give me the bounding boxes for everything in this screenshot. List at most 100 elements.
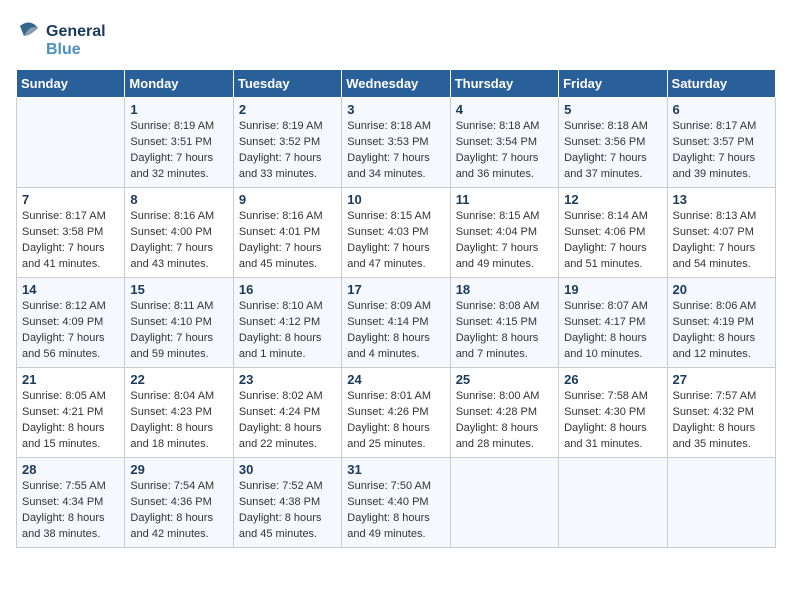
day-cell: 21 Sunrise: 8:05 AMSunset: 4:21 PMDayligh… <box>17 368 125 458</box>
week-row-4: 21 Sunrise: 8:05 AMSunset: 4:21 PMDayligh… <box>17 368 776 458</box>
day-cell: 27 Sunrise: 7:57 AMSunset: 4:32 PMDayligh… <box>667 368 775 458</box>
day-number: 9 <box>239 192 336 207</box>
day-info: Sunrise: 7:55 AMSunset: 4:34 PMDaylight:… <box>22 479 119 543</box>
day-cell: 14 Sunrise: 8:12 AMSunset: 4:09 PMDayligh… <box>17 278 125 368</box>
day-number: 15 <box>130 282 227 297</box>
day-number: 2 <box>239 102 336 117</box>
day-cell: 10 Sunrise: 8:15 AMSunset: 4:03 PMDayligh… <box>342 188 450 278</box>
day-cell: 25 Sunrise: 8:00 AMSunset: 4:28 PMDayligh… <box>450 368 558 458</box>
day-info: Sunrise: 8:11 AMSunset: 4:10 PMDaylight:… <box>130 299 227 363</box>
day-cell: 1 Sunrise: 8:19 AMSunset: 3:51 PMDaylight… <box>125 98 233 188</box>
day-cell: 4 Sunrise: 8:18 AMSunset: 3:54 PMDaylight… <box>450 98 558 188</box>
calendar-header-row: SundayMondayTuesdayWednesdayThursdayFrid… <box>17 70 776 98</box>
day-cell: 22 Sunrise: 8:04 AMSunset: 4:23 PMDayligh… <box>125 368 233 458</box>
day-info: Sunrise: 8:13 AMSunset: 4:07 PMDaylight:… <box>673 209 770 273</box>
logo: GeneralBlue <box>16 16 106 61</box>
day-cell: 5 Sunrise: 8:18 AMSunset: 3:56 PMDaylight… <box>559 98 667 188</box>
day-cell <box>667 458 775 548</box>
day-number: 28 <box>22 462 119 477</box>
day-cell: 23Sunrise: 8:02 AMSunset: 4:24 PMDayligh… <box>233 368 341 458</box>
day-cell: 2Sunrise: 8:19 AMSunset: 3:52 PMDaylight… <box>233 98 341 188</box>
day-number: 25 <box>456 372 553 387</box>
day-cell <box>559 458 667 548</box>
calendar-table: SundayMondayTuesdayWednesdayThursdayFrid… <box>16 69 776 548</box>
day-number: 24 <box>347 372 444 387</box>
day-number: 14 <box>22 282 119 297</box>
day-info: Sunrise: 7:57 AMSunset: 4:32 PMDaylight:… <box>673 389 770 453</box>
day-info: Sunrise: 8:07 AMSunset: 4:17 PMDaylight:… <box>564 299 661 363</box>
day-info: Sunrise: 8:19 AMSunset: 3:51 PMDaylight:… <box>130 119 227 183</box>
day-info: Sunrise: 8:12 AMSunset: 4:09 PMDaylight:… <box>22 299 119 363</box>
day-number: 20 <box>673 282 770 297</box>
week-row-1: 1 Sunrise: 8:19 AMSunset: 3:51 PMDaylight… <box>17 98 776 188</box>
day-number: 8 <box>130 192 227 207</box>
day-cell: 12Sunrise: 8:14 AMSunset: 4:06 PMDayligh… <box>559 188 667 278</box>
day-number: 5 <box>564 102 661 117</box>
day-number: 6 <box>673 102 770 117</box>
day-cell: 13 Sunrise: 8:13 AMSunset: 4:07 PMDayligh… <box>667 188 775 278</box>
day-info: Sunrise: 8:10 AMSunset: 4:12 PMDaylight:… <box>239 299 336 363</box>
day-number: 4 <box>456 102 553 117</box>
day-cell: 18Sunrise: 8:08 AMSunset: 4:15 PMDayligh… <box>450 278 558 368</box>
day-cell: 7 Sunrise: 8:17 AMSunset: 3:58 PMDaylight… <box>17 188 125 278</box>
day-number: 1 <box>130 102 227 117</box>
day-info: Sunrise: 8:17 AMSunset: 3:58 PMDaylight:… <box>22 209 119 273</box>
day-info: Sunrise: 8:18 AMSunset: 3:53 PMDaylight:… <box>347 119 444 183</box>
day-info: Sunrise: 8:18 AMSunset: 3:56 PMDaylight:… <box>564 119 661 183</box>
col-header-thursday: Thursday <box>450 70 558 98</box>
day-number: 30 <box>239 462 336 477</box>
day-info: Sunrise: 7:50 AMSunset: 4:40 PMDaylight:… <box>347 479 444 543</box>
day-info: Sunrise: 8:16 AMSunset: 4:01 PMDaylight:… <box>239 209 336 273</box>
day-number: 19 <box>564 282 661 297</box>
day-info: Sunrise: 8:00 AMSunset: 4:28 PMDaylight:… <box>456 389 553 453</box>
day-number: 13 <box>673 192 770 207</box>
day-cell: 31 Sunrise: 7:50 AMSunset: 4:40 PMDayligh… <box>342 458 450 548</box>
page-header: GeneralBlue <box>16 16 776 61</box>
day-cell: 11 Sunrise: 8:15 AMSunset: 4:04 PMDayligh… <box>450 188 558 278</box>
day-info: Sunrise: 8:15 AMSunset: 4:03 PMDaylight:… <box>347 209 444 273</box>
col-header-sunday: Sunday <box>17 70 125 98</box>
day-cell <box>17 98 125 188</box>
day-cell: 15 Sunrise: 8:11 AMSunset: 4:10 PMDayligh… <box>125 278 233 368</box>
logo-icon: GeneralBlue <box>16 16 106 61</box>
day-cell: 26Sunrise: 7:58 AMSunset: 4:30 PMDayligh… <box>559 368 667 458</box>
day-number: 3 <box>347 102 444 117</box>
day-cell: 24 Sunrise: 8:01 AMSunset: 4:26 PMDayligh… <box>342 368 450 458</box>
day-cell: 20 Sunrise: 8:06 AMSunset: 4:19 PMDayligh… <box>667 278 775 368</box>
day-cell: 29Sunrise: 7:54 AMSunset: 4:36 PMDayligh… <box>125 458 233 548</box>
day-cell: 6 Sunrise: 8:17 AMSunset: 3:57 PMDaylight… <box>667 98 775 188</box>
day-info: Sunrise: 8:01 AMSunset: 4:26 PMDaylight:… <box>347 389 444 453</box>
day-info: Sunrise: 8:18 AMSunset: 3:54 PMDaylight:… <box>456 119 553 183</box>
day-info: Sunrise: 7:52 AMSunset: 4:38 PMDaylight:… <box>239 479 336 543</box>
day-cell: 19 Sunrise: 8:07 AMSunset: 4:17 PMDayligh… <box>559 278 667 368</box>
day-number: 21 <box>22 372 119 387</box>
day-number: 22 <box>130 372 227 387</box>
day-number: 12 <box>564 192 661 207</box>
col-header-tuesday: Tuesday <box>233 70 341 98</box>
week-row-2: 7 Sunrise: 8:17 AMSunset: 3:58 PMDaylight… <box>17 188 776 278</box>
day-info: Sunrise: 8:15 AMSunset: 4:04 PMDaylight:… <box>456 209 553 273</box>
day-info: Sunrise: 8:17 AMSunset: 3:57 PMDaylight:… <box>673 119 770 183</box>
day-number: 17 <box>347 282 444 297</box>
day-number: 7 <box>22 192 119 207</box>
day-info: Sunrise: 8:04 AMSunset: 4:23 PMDaylight:… <box>130 389 227 453</box>
day-number: 31 <box>347 462 444 477</box>
day-info: Sunrise: 8:05 AMSunset: 4:21 PMDaylight:… <box>22 389 119 453</box>
day-info: Sunrise: 8:09 AMSunset: 4:14 PMDaylight:… <box>347 299 444 363</box>
day-number: 11 <box>456 192 553 207</box>
day-cell: 8Sunrise: 8:16 AMSunset: 4:00 PMDaylight… <box>125 188 233 278</box>
col-header-saturday: Saturday <box>667 70 775 98</box>
day-info: Sunrise: 7:54 AMSunset: 4:36 PMDaylight:… <box>130 479 227 543</box>
day-info: Sunrise: 8:08 AMSunset: 4:15 PMDaylight:… <box>456 299 553 363</box>
day-number: 10 <box>347 192 444 207</box>
week-row-5: 28 Sunrise: 7:55 AMSunset: 4:34 PMDayligh… <box>17 458 776 548</box>
day-info: Sunrise: 8:06 AMSunset: 4:19 PMDaylight:… <box>673 299 770 363</box>
svg-text:Blue: Blue <box>46 41 81 58</box>
day-number: 27 <box>673 372 770 387</box>
day-number: 26 <box>564 372 661 387</box>
day-info: Sunrise: 8:02 AMSunset: 4:24 PMDaylight:… <box>239 389 336 453</box>
col-header-wednesday: Wednesday <box>342 70 450 98</box>
col-header-friday: Friday <box>559 70 667 98</box>
day-cell: 9 Sunrise: 8:16 AMSunset: 4:01 PMDaylight… <box>233 188 341 278</box>
day-cell: 17 Sunrise: 8:09 AMSunset: 4:14 PMDayligh… <box>342 278 450 368</box>
